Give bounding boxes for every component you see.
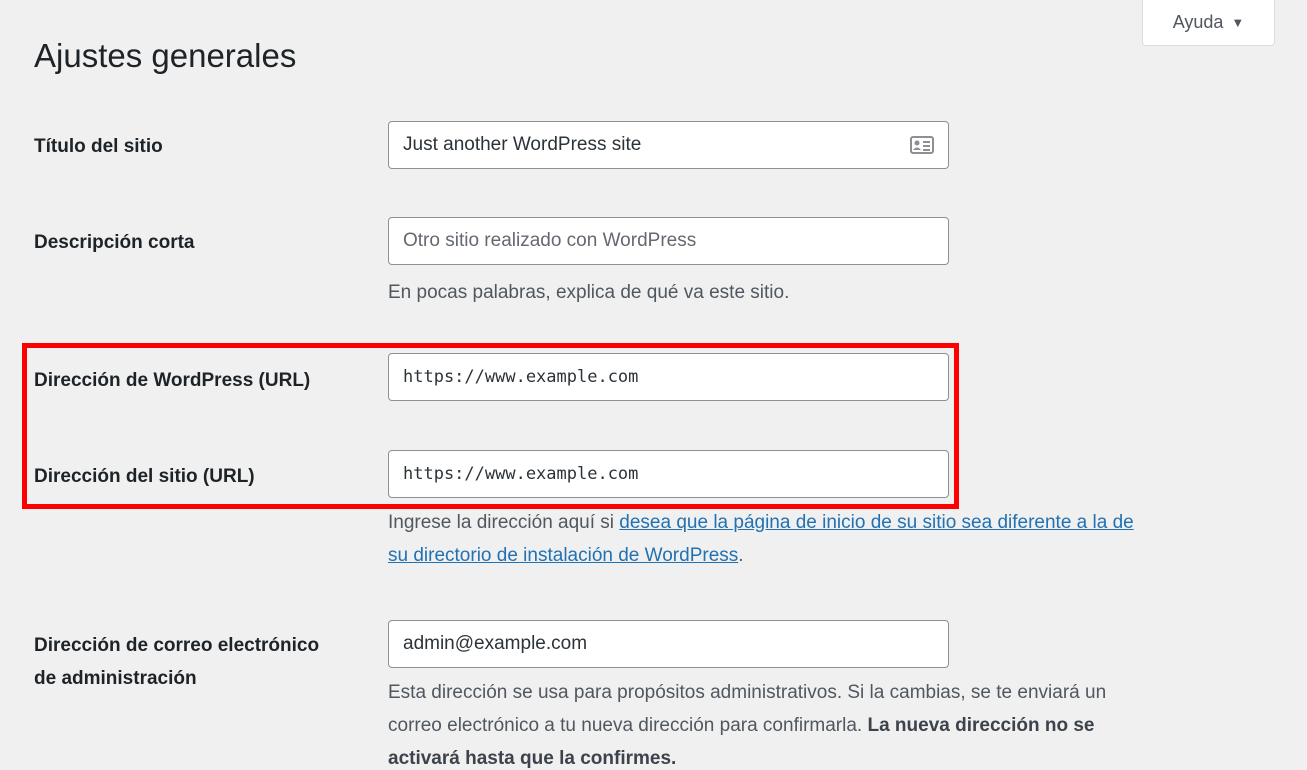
site-url-help-link[interactable]: desea que la página de inicio de su siti…	[619, 512, 1133, 533]
site-url-description-suffix: .	[738, 545, 744, 566]
page-title: Ajustes generales	[34, 37, 297, 74]
site-url-value: https://www.example.com	[403, 464, 639, 484]
wordpress-url-value: https://www.example.com	[403, 367, 639, 387]
admin-email-description-bold-line3: activará hasta que la confirmes.	[388, 748, 677, 769]
admin-email-description-bold-line2: La nueva dirección no se	[867, 715, 1095, 736]
admin-email-description: Esta dirección se usa para propósitos ad…	[388, 676, 1106, 770]
admin-email-value: admin@example.com	[403, 633, 588, 654]
admin-email-input[interactable]: admin@example.com	[388, 620, 949, 668]
admin-email-description-line1: Esta dirección se usa para propósitos ad…	[388, 682, 1107, 703]
site-url-input[interactable]: https://www.example.com	[388, 450, 949, 498]
general-settings-page: Ayuda ▼ Ajustes generales Título del sit…	[0, 0, 1307, 770]
site-title-input[interactable]: Just another WordPress site	[388, 121, 949, 169]
help-tab-button[interactable]: Ayuda ▼	[1142, 0, 1275, 46]
tagline-label: Descripción corta	[34, 232, 195, 253]
help-tab-label: Ayuda	[1172, 11, 1224, 32]
wordpress-url-input[interactable]: https://www.example.com	[388, 353, 949, 401]
site-url-help-link-continued[interactable]: su directorio de instalación de WordPres…	[388, 545, 738, 566]
admin-email-label-line2: de administración	[34, 668, 197, 689]
tagline-input[interactable]: Otro sitio realizado con WordPress	[388, 217, 949, 265]
site-title-label: Título del sitio	[34, 136, 163, 157]
caret-down-icon: ▼	[1231, 14, 1245, 30]
site-title-value: Just another WordPress site	[403, 134, 642, 155]
contact-card-icon[interactable]	[910, 136, 934, 154]
tagline-placeholder: Otro sitio realizado con WordPress	[403, 230, 697, 251]
tagline-description: En pocas palabras, explica de qué va est…	[388, 282, 790, 303]
admin-email-description-line2: correo electrónico a tu nueva dirección …	[388, 715, 863, 736]
wordpress-url-label: Dirección de WordPress (URL)	[34, 370, 311, 391]
site-url-description: Ingrese la dirección aquí si desea que l…	[388, 506, 1134, 572]
site-url-description-prefix: Ingrese la dirección aquí si	[388, 512, 620, 533]
site-url-label: Dirección del sitio (URL)	[34, 466, 255, 487]
admin-email-label-line1: Dirección de correo electrónico	[34, 635, 320, 656]
admin-email-label: Dirección de correo electrónico de admin…	[34, 629, 319, 695]
